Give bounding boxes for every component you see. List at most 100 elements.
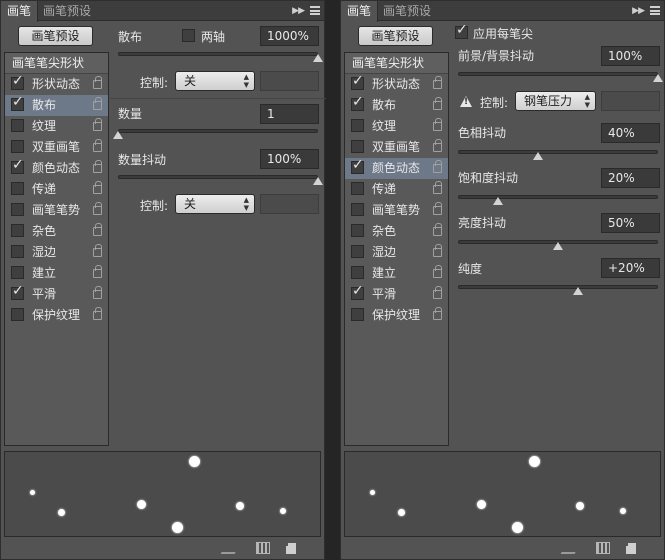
list-item[interactable]: 保护纹理: [5, 305, 108, 326]
list-item-checkbox[interactable]: ✓: [11, 283, 24, 300]
purity-value-field[interactable]: +20%: [601, 258, 660, 278]
brightness-jitter-value-field[interactable]: 50%: [601, 213, 660, 233]
list-item[interactable]: 传递: [345, 179, 448, 200]
list-item-checkbox[interactable]: [11, 119, 24, 132]
lock-icon[interactable]: [433, 139, 442, 152]
apply-per-tip-checkbox[interactable]: ✓: [455, 22, 468, 39]
list-item-checkbox[interactable]: ✓: [351, 73, 364, 90]
lock-icon[interactable]: [433, 223, 442, 236]
saturation-jitter-slider[interactable]: [458, 195, 658, 206]
purity-slider-thumb[interactable]: [573, 287, 583, 295]
lock-icon[interactable]: [93, 223, 102, 236]
lock-icon[interactable]: [93, 307, 102, 320]
count-slider[interactable]: [113, 129, 318, 140]
list-item-checkbox[interactable]: ✓: [351, 283, 364, 300]
hue-jitter-value-field[interactable]: 40%: [601, 123, 660, 143]
hue-jitter-slider[interactable]: [458, 150, 658, 161]
new-preset-icon[interactable]: [283, 541, 296, 554]
lock-icon[interactable]: [433, 307, 442, 320]
brush-tool-icon[interactable]: [220, 542, 242, 554]
panel-menu-icon[interactable]: ▶▶: [632, 3, 660, 19]
list-item-checkbox[interactable]: [11, 308, 24, 321]
lock-icon[interactable]: [93, 181, 102, 194]
list-item[interactable]: ✓ 形状动态: [345, 73, 448, 95]
lock-icon[interactable]: [93, 202, 102, 215]
scatter-slider-thumb[interactable]: [313, 54, 323, 62]
fg-bg-jitter-slider[interactable]: [458, 72, 663, 83]
tab-brush-presets[interactable]: 画笔预设: [377, 1, 437, 21]
list-item-checkbox[interactable]: [351, 182, 364, 195]
list-item[interactable]: 纹理: [5, 116, 108, 137]
saturation-jitter-value-field[interactable]: 20%: [601, 168, 660, 188]
list-item-checkbox[interactable]: ✓: [11, 94, 24, 111]
scatter-value-field[interactable]: 1000%: [260, 26, 319, 46]
list-item[interactable]: 纹理: [345, 116, 448, 137]
list-item[interactable]: ✓ 颜色动态: [345, 157, 448, 179]
tab-brush-presets[interactable]: 画笔预设: [37, 1, 97, 21]
list-item-checkbox[interactable]: [11, 203, 24, 216]
list-item-checkbox[interactable]: ✓: [11, 73, 24, 90]
list-item[interactable]: ✓ 散布: [345, 94, 448, 116]
list-item[interactable]: 双重画笔: [345, 137, 448, 158]
lock-icon[interactable]: [433, 97, 442, 110]
control-select-2[interactable]: 关 ▲ ▼: [175, 194, 255, 214]
both-axes-checkbox[interactable]: [182, 29, 195, 42]
control-select-1[interactable]: 关 ▲ ▼: [175, 71, 255, 91]
lock-icon[interactable]: [433, 181, 442, 194]
list-item-checkbox[interactable]: [351, 224, 364, 237]
lock-icon[interactable]: [433, 286, 442, 299]
list-item-checkbox[interactable]: [351, 203, 364, 216]
lock-icon[interactable]: [93, 244, 102, 257]
list-item-checkbox[interactable]: ✓: [11, 157, 24, 174]
list-item[interactable]: 湿边: [5, 242, 108, 263]
scatter-slider[interactable]: [118, 52, 323, 63]
lock-icon[interactable]: [93, 118, 102, 131]
list-item[interactable]: 传递: [5, 179, 108, 200]
lock-icon[interactable]: [93, 160, 102, 173]
list-item-checkbox[interactable]: [11, 140, 24, 153]
grid-toggle-icon[interactable]: [256, 542, 270, 554]
lock-icon[interactable]: [93, 139, 102, 152]
list-item[interactable]: ✓ 平滑: [345, 283, 448, 305]
fg-bg-jitter-value-field[interactable]: 100%: [601, 46, 660, 66]
list-item-checkbox[interactable]: ✓: [351, 94, 364, 111]
count-value-field[interactable]: 1: [260, 104, 319, 124]
list-item[interactable]: 湿边: [345, 242, 448, 263]
lock-icon[interactable]: [93, 265, 102, 278]
list-item-checkbox[interactable]: [11, 182, 24, 195]
brush-presets-button[interactable]: 画笔预设: [18, 26, 93, 46]
list-item[interactable]: 建立: [5, 263, 108, 284]
list-item[interactable]: ✓ 平滑: [5, 283, 108, 305]
lock-icon[interactable]: [93, 76, 102, 89]
lock-icon[interactable]: [93, 97, 102, 110]
list-item[interactable]: 画笔笔势: [345, 200, 448, 221]
count-jitter-value-field[interactable]: 100%: [260, 149, 319, 169]
list-item-checkbox[interactable]: [351, 140, 364, 153]
control-select[interactable]: 钢笔压力 ▲ ▼: [515, 91, 596, 111]
list-item[interactable]: ✓ 散布: [5, 94, 108, 116]
list-item-brush-tip-shape[interactable]: 画笔笔尖形状: [5, 53, 108, 74]
list-item[interactable]: ✓ 颜色动态: [5, 157, 108, 179]
brightness-jitter-slider-thumb[interactable]: [553, 242, 563, 250]
lock-icon[interactable]: [433, 76, 442, 89]
list-item[interactable]: 双重画笔: [5, 137, 108, 158]
brush-tool-icon[interactable]: [560, 542, 582, 554]
count-slider-thumb[interactable]: [113, 131, 123, 139]
purity-slider[interactable]: [458, 285, 658, 296]
list-item-checkbox[interactable]: [351, 266, 364, 279]
list-item[interactable]: 建立: [345, 263, 448, 284]
list-item-checkbox[interactable]: [351, 245, 364, 258]
list-item[interactable]: 保护纹理: [345, 305, 448, 326]
list-item-checkbox[interactable]: [11, 266, 24, 279]
new-preset-icon[interactable]: [623, 541, 636, 554]
fg-bg-jitter-slider-thumb[interactable]: [653, 74, 663, 82]
count-jitter-slider-thumb[interactable]: [313, 177, 323, 185]
panel-menu-icon[interactable]: ▶▶: [292, 3, 320, 19]
lock-icon[interactable]: [433, 244, 442, 257]
brightness-jitter-slider[interactable]: [458, 240, 658, 251]
saturation-jitter-slider-thumb[interactable]: [493, 197, 503, 205]
list-item-brush-tip-shape[interactable]: 画笔笔尖形状: [345, 53, 448, 74]
list-item[interactable]: ✓ 形状动态: [5, 73, 108, 95]
tab-brush[interactable]: 画笔: [1, 1, 39, 22]
hue-jitter-slider-thumb[interactable]: [533, 152, 543, 160]
